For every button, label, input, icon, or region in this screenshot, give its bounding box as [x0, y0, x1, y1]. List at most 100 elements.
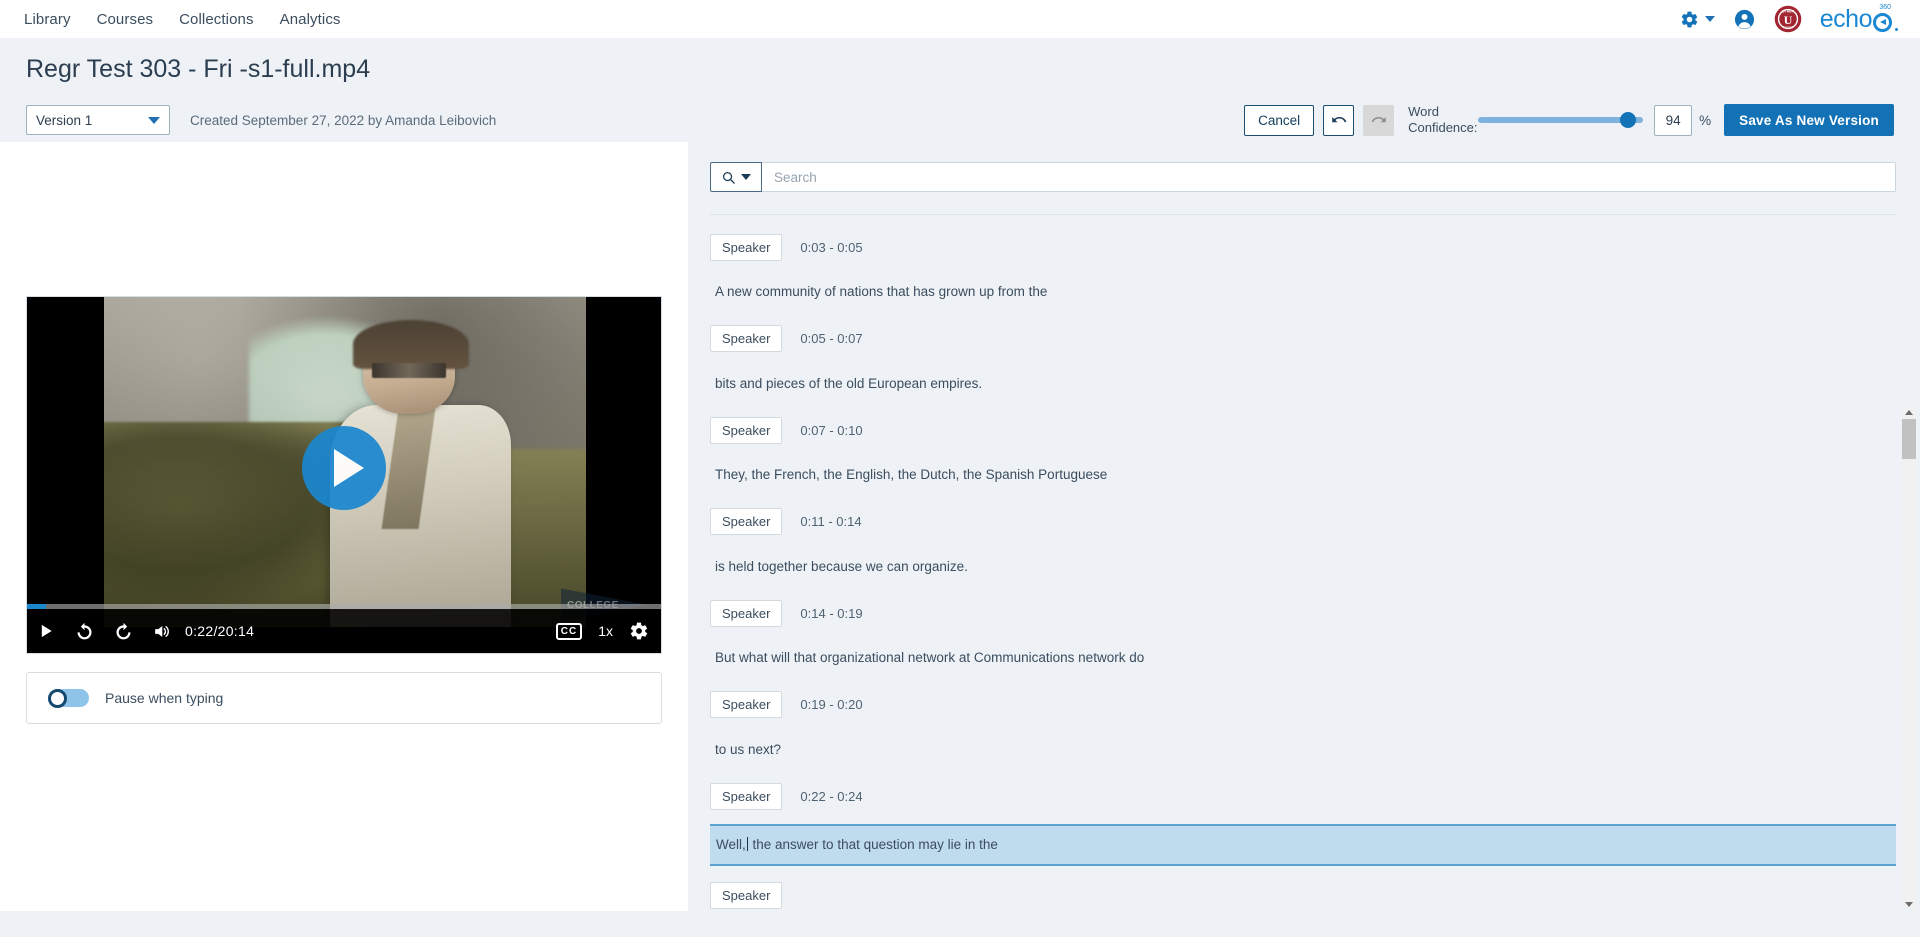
pause-when-typing-label: Pause when typing: [105, 690, 224, 706]
editor-toolbar: Cancel Word Confidence: 94 % Save As New…: [1244, 104, 1894, 137]
top-navigation-bar: Library Courses Collections Analytics OT…: [0, 0, 1920, 38]
nav-links: Library Courses Collections Analytics: [24, 12, 341, 27]
percent-symbol: %: [1699, 112, 1712, 128]
transcript-timestamp: 0:05 - 0:07: [800, 331, 863, 347]
word-confidence-slider[interactable]: [1478, 105, 1644, 136]
nav-link-library[interactable]: Library: [24, 12, 71, 27]
echo360-brand-logo: echo 360: [1819, 4, 1898, 33]
transcript-text[interactable]: A new community of nations that has grow…: [710, 275, 1896, 309]
slider-track: [1478, 117, 1644, 123]
brand-dot: [1895, 27, 1898, 31]
transcript-timestamp: 0:07 - 0:10: [800, 422, 863, 438]
word-confidence-input[interactable]: 94: [1654, 104, 1693, 136]
play-overlay-button[interactable]: [302, 425, 386, 510]
svg-text:COLLEGE: COLLEGE: [1782, 26, 1794, 29]
transcript-text[interactable]: But what will that organizational networ…: [710, 641, 1896, 675]
toggle-knob: [48, 688, 67, 708]
text-cursor: [746, 837, 748, 852]
transcript-entry-header: Speaker 0:07 - 0:10: [710, 416, 1896, 444]
transcript-text[interactable]: They, the French, the English, the Dutch…: [710, 458, 1896, 492]
play-button[interactable]: [39, 623, 54, 639]
transcript-entry-header: Speaker 0:05 - 0:07: [710, 325, 1896, 353]
video-player[interactable]: COLLEGE: [26, 296, 662, 654]
speaker-chip[interactable]: Speaker: [710, 691, 783, 719]
slider-handle[interactable]: [1620, 111, 1637, 128]
nav-link-collections[interactable]: Collections: [179, 12, 253, 27]
transcript-text-editing[interactable]: Well, the answer to that question may li…: [710, 824, 1896, 866]
settings-gear-icon: [630, 622, 648, 640]
search-options-button[interactable]: [710, 162, 762, 192]
transcript-timestamp: 0:14 - 0:19: [800, 605, 863, 621]
transcript-entry-header: Speaker: [710, 882, 1896, 910]
transcript-text[interactable]: to us next?: [710, 733, 1896, 767]
redo-button: [1363, 104, 1395, 136]
scroll-up-arrow-icon[interactable]: [1905, 410, 1913, 415]
speaker-chip[interactable]: Speaker: [710, 782, 783, 810]
main-content: COLLEGE: [0, 142, 1920, 911]
transcript-timestamp: 0:19 - 0:20: [800, 697, 863, 713]
speaker-chip[interactable]: Speaker: [710, 233, 783, 261]
transcript-entry: Speaker: [710, 882, 1896, 910]
search-row: Search: [710, 162, 1896, 192]
word-confidence-label: Word Confidence:: [1408, 103, 1478, 137]
video-settings-button[interactable]: [629, 621, 649, 641]
transcript-entry-header: Speaker 0:22 - 0:24: [710, 782, 1896, 810]
forward-10-icon: [116, 622, 131, 639]
title-bar: Regr Test 303 - Fri -s1-full.mp4: [0, 38, 1920, 84]
version-select-value: Version 1: [36, 112, 93, 128]
undo-icon: [1331, 116, 1347, 123]
gear-icon: [1681, 11, 1697, 27]
transcript-panel: Search Speaker 0:03 - 0:05 A new communi…: [688, 142, 1920, 911]
save-as-new-version-button[interactable]: Save As New Version: [1724, 104, 1894, 136]
playback-speed-button[interactable]: 1x: [598, 623, 613, 639]
scroll-down-arrow-icon[interactable]: [1905, 902, 1913, 907]
transcript-list: Speaker 0:03 - 0:05 A new community of n…: [710, 217, 1896, 911]
speaker-chip[interactable]: Speaker: [710, 416, 783, 444]
transcript-timestamp: 0:11 - 0:14: [800, 514, 862, 530]
word-confidence-label-line1: Word: [1408, 103, 1439, 119]
play-icon: [41, 624, 52, 638]
nav-link-analytics[interactable]: Analytics: [280, 12, 341, 27]
undo-button[interactable]: [1323, 104, 1355, 136]
video-panel: COLLEGE: [0, 142, 688, 911]
video-right-controls: CC 1x: [555, 621, 649, 641]
transcript-entry: Speaker 0:05 - 0:07 bits and pieces of t…: [710, 325, 1896, 401]
redo-icon: [1371, 116, 1386, 123]
transcript-divider: [710, 214, 1896, 215]
video-time-display: 0:22/20:14: [185, 623, 255, 639]
speaker-chip[interactable]: Speaker: [710, 599, 783, 627]
speaker-chip[interactable]: Speaker: [710, 882, 783, 910]
transcript-entry-header: Speaker 0:14 - 0:19: [710, 599, 1896, 627]
settings-menu-button[interactable]: [1680, 10, 1715, 29]
volume-icon: [155, 625, 169, 637]
brand-text: echo: [1819, 4, 1873, 33]
institution-logo[interactable]: OTHER U COLLEGE: [1774, 5, 1802, 33]
nav-link-courses[interactable]: Courses: [97, 12, 154, 27]
meta-toolbar-row: Version 1 Created September 27, 2022 by …: [0, 84, 1920, 142]
chevron-down-icon: [148, 116, 160, 124]
closed-captions-button[interactable]: CC: [555, 622, 583, 640]
word-confidence-label-line2: Confidence:: [1408, 120, 1478, 135]
transcript-text[interactable]: bits and pieces of the old European empi…: [710, 367, 1896, 401]
brand-o-icon: [1873, 12, 1892, 32]
transcript-text[interactable]: is held together because we can organize…: [710, 550, 1896, 584]
created-info: Created September 27, 2022 by Amanda Lei…: [190, 112, 497, 128]
search-input[interactable]: Search: [762, 162, 1896, 192]
pause-when-typing-toggle[interactable]: [48, 688, 89, 708]
svg-text:U: U: [1783, 13, 1792, 27]
page-title: Regr Test 303 - Fri -s1-full.mp4: [26, 55, 371, 83]
speaker-chip[interactable]: Speaker: [710, 325, 783, 353]
transcript-entry: Speaker 0:03 - 0:05 A new community of n…: [710, 233, 1896, 309]
version-select[interactable]: Version 1: [26, 105, 170, 135]
forward-10-button[interactable]: [113, 621, 134, 642]
rewind-10-button[interactable]: [74, 621, 95, 642]
transcript-scrollbar[interactable]: [1902, 408, 1916, 909]
transcript-entry-header: Speaker 0:03 - 0:05: [710, 233, 1896, 261]
transcript-entry-header: Speaker 0:19 - 0:20: [710, 691, 1896, 719]
scrollbar-thumb[interactable]: [1902, 419, 1916, 459]
nav-right-group: OTHER U COLLEGE echo 360: [1680, 4, 1906, 33]
cancel-button[interactable]: Cancel: [1244, 104, 1315, 136]
speaker-chip[interactable]: Speaker: [710, 508, 783, 536]
account-button[interactable]: [1733, 8, 1756, 31]
volume-button[interactable]: [152, 622, 171, 641]
